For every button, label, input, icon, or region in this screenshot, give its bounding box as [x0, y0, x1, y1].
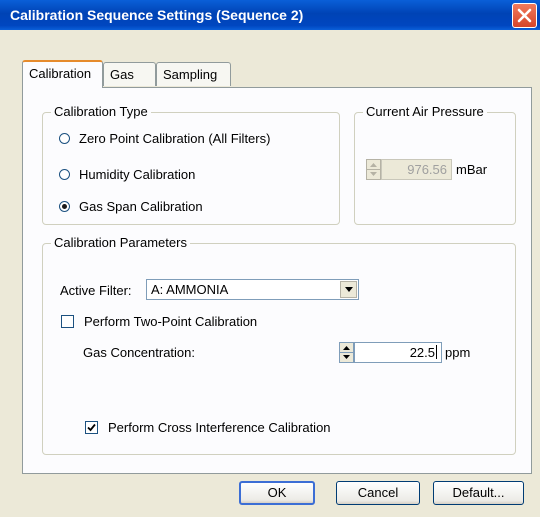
spin-down-icon	[370, 172, 377, 176]
air-pressure-legend: Current Air Pressure	[363, 104, 487, 119]
title-bar[interactable]: Calibration Sequence Settings (Sequence …	[0, 0, 540, 30]
checkmark-icon	[87, 423, 96, 432]
default-button[interactable]: Default...	[433, 481, 524, 505]
radio-humidity-label: Humidity Calibration	[79, 167, 196, 182]
cross-interference-checkbox-row[interactable]: Perform Cross Interference Calibration	[85, 420, 331, 435]
tab-sampling[interactable]: Sampling	[156, 62, 231, 86]
air-pressure-value: 976.56	[407, 162, 447, 177]
tab-gas-label: Gas	[110, 67, 134, 82]
air-pressure-unit: mBar	[456, 162, 488, 177]
radio-humidity-button[interactable]	[59, 169, 70, 180]
cross-interference-label: Perform Cross Interference Calibration	[108, 420, 331, 435]
gas-concentration-label: Gas Concentration:	[83, 345, 196, 360]
close-button[interactable]	[512, 3, 537, 28]
spin-up-icon	[370, 163, 377, 167]
close-icon	[517, 8, 532, 23]
ok-button[interactable]: OK	[239, 481, 315, 505]
dropdown-arrow-button[interactable]	[340, 281, 357, 298]
cross-interference-checkbox[interactable]	[85, 421, 98, 434]
radio-zero-point-button[interactable]	[59, 133, 70, 144]
dialog-window: Calibration Sequence Settings (Sequence …	[0, 0, 540, 517]
radio-zero-point[interactable]: Zero Point Calibration (All Filters)	[59, 131, 270, 146]
cancel-button[interactable]: Cancel	[336, 481, 420, 505]
spin-down-icon[interactable]	[343, 355, 350, 359]
radio-gas-span[interactable]: Gas Span Calibration	[59, 199, 203, 214]
two-point-checkbox-row[interactable]: Perform Two-Point Calibration	[61, 314, 257, 329]
gas-concentration-unit: ppm	[445, 345, 471, 360]
tab-sampling-label: Sampling	[163, 67, 218, 82]
two-point-checkbox[interactable]	[61, 315, 74, 328]
calibration-parameters-legend: Calibration Parameters	[51, 235, 190, 250]
text-caret	[436, 345, 437, 359]
radio-zero-point-label: Zero Point Calibration (All Filters)	[79, 131, 271, 146]
tab-gas[interactable]: Gas	[103, 62, 156, 86]
active-filter-value: A: AMMONIA	[151, 282, 229, 297]
gas-concentration-value: 22.5	[409, 345, 435, 360]
radio-gas-span-button[interactable]	[59, 201, 70, 212]
active-filter-label: Active Filter:	[60, 283, 132, 298]
air-pressure-field: 976.56	[381, 159, 452, 180]
calibration-type-legend: Calibration Type	[51, 104, 151, 119]
spin-up-icon[interactable]	[343, 346, 350, 350]
gas-concentration-field[interactable]: 22.5	[354, 342, 442, 363]
two-point-label: Perform Two-Point Calibration	[84, 314, 258, 329]
radio-humidity[interactable]: Humidity Calibration	[59, 167, 195, 182]
radio-gas-span-label: Gas Span Calibration	[79, 199, 203, 214]
tab-calibration[interactable]: Calibration	[22, 60, 103, 88]
active-filter-dropdown[interactable]: A: AMMONIA	[146, 279, 359, 300]
gas-concentration-spinner[interactable]	[339, 342, 354, 363]
air-pressure-spinner	[366, 159, 381, 180]
window-title: Calibration Sequence Settings (Sequence …	[10, 7, 304, 23]
tab-calibration-label: Calibration	[29, 66, 92, 81]
chevron-down-icon	[345, 287, 353, 292]
